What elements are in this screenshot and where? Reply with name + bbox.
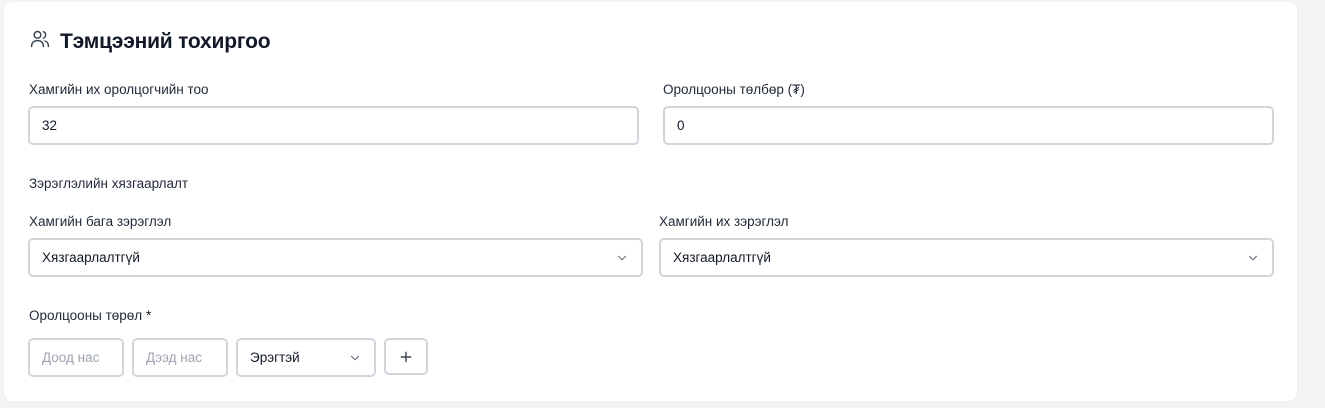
entry-fee-value: 0	[677, 118, 685, 133]
chevron-down-icon	[617, 255, 627, 260]
section-header: Тэмцээний тохиргоо	[30, 30, 271, 54]
max-rank-select[interactable]: Хязгаарлалтгүй	[659, 238, 1274, 277]
gender-selected: Эрэгтэй	[250, 350, 300, 365]
plus-icon	[400, 351, 412, 362]
participation-type-label: Оролцооны төрөл *	[29, 308, 151, 323]
tournament-settings-card: Тэмцээний тохиргоо Хамгийн их оролцогчий…	[4, 2, 1297, 401]
max-participants-label: Хамгийн их оролцогчийн тоо	[29, 82, 209, 97]
min-age-placeholder: Доод нас	[42, 350, 100, 365]
section-title: Тэмцээний тохиргоо	[60, 30, 271, 53]
min-rank-select[interactable]: Хязгаарлалтгүй	[28, 238, 643, 277]
entry-fee-label: Оролцооны төлбөр (₮)	[663, 82, 805, 97]
max-participants-input[interactable]: 32	[28, 106, 639, 145]
gender-select[interactable]: Эрэгтэй	[236, 338, 376, 377]
min-rank-selected: Хязгаарлалтгүй	[42, 250, 140, 265]
entry-fee-input[interactable]: 0	[663, 106, 1274, 145]
min-age-input[interactable]: Доод нас	[28, 338, 124, 377]
max-rank-selected: Хязгаарлалтгүй	[673, 250, 771, 265]
max-age-input[interactable]: Дээд нас	[132, 338, 228, 377]
users-icon	[30, 30, 50, 48]
chevron-down-icon	[1248, 255, 1258, 260]
add-participation-type-button[interactable]	[384, 338, 428, 375]
chevron-down-icon	[350, 355, 360, 360]
rank-limit-heading: Зэрэглэлийн хязгаарлалт	[29, 176, 189, 191]
max-rank-label: Хамгийн их зэрэглэл	[659, 214, 789, 229]
min-rank-label: Хамгийн бага зэрэглэл	[29, 214, 172, 229]
max-age-placeholder: Дээд нас	[146, 350, 202, 365]
participation-type-label-text: Оролцооны төрөл	[29, 308, 143, 323]
max-participants-value: 32	[42, 118, 58, 133]
required-mark: *	[145, 308, 152, 323]
